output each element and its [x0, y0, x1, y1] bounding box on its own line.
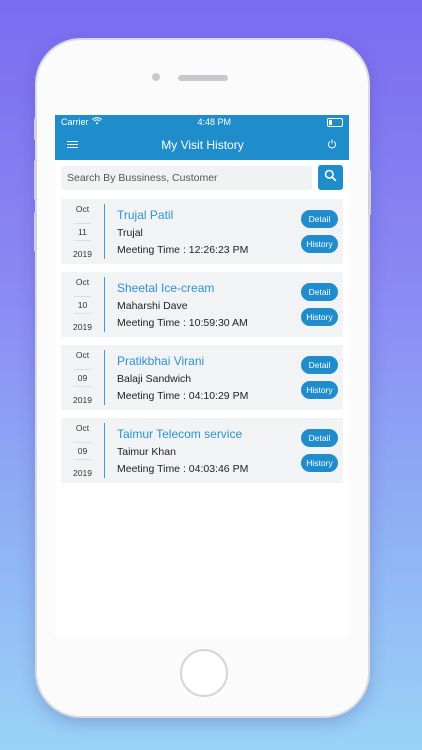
carrier-label: Carrier: [61, 117, 89, 127]
visit-card: Oct 09 2019 Pratikbhai Virani Balaji San…: [61, 345, 343, 410]
visit-info: Trujal Patil Trujal Meeting Time : 12:26…: [105, 208, 301, 256]
search-button[interactable]: [318, 165, 343, 190]
history-button[interactable]: History: [301, 235, 338, 253]
search-input[interactable]: Search By Bussiness, Customer: [61, 165, 312, 190]
customer-name: Maharshi Dave: [117, 299, 188, 312]
visit-day: 09: [73, 441, 92, 460]
customer-name: Balaji Sandwich: [117, 372, 192, 385]
customer-name: Taimur Khan: [117, 445, 176, 458]
visit-date: Oct 11 2019: [61, 204, 105, 259]
volume-up-button: [34, 160, 37, 200]
status-time: 4:48 PM: [197, 117, 232, 127]
visit-year: 2019: [73, 395, 92, 405]
front-camera: [152, 73, 160, 81]
visit-card: Oct 11 2019 Trujal Patil Trujal Meeting …: [61, 199, 343, 264]
battery-icon: [326, 117, 343, 127]
customer-name: Trujal: [117, 226, 143, 239]
visit-month: Oct: [75, 423, 90, 433]
detail-button[interactable]: Detail: [301, 429, 338, 447]
meeting-time: Meeting Time : 04:10:29 PM: [117, 389, 249, 402]
nav-bar: My Visit History: [55, 129, 349, 160]
visit-actions: Detail History: [301, 356, 343, 399]
visit-date: Oct 10 2019: [61, 277, 105, 332]
visit-year: 2019: [73, 322, 92, 332]
visit-year: 2019: [73, 468, 92, 478]
search-row: Search By Bussiness, Customer: [55, 160, 349, 195]
search-icon: [324, 169, 337, 187]
visit-actions: Detail History: [301, 429, 343, 472]
business-name[interactable]: Trujal Patil: [117, 208, 301, 222]
meeting-time: Meeting Time : 12:26:23 PM: [117, 243, 249, 256]
earpiece-speaker: [178, 75, 228, 81]
hamburger-icon[interactable]: [67, 141, 78, 148]
visit-date: Oct 09 2019: [61, 423, 105, 478]
history-button[interactable]: History: [301, 308, 338, 326]
visit-month: Oct: [75, 204, 90, 214]
meeting-time: Meeting Time : 10:59:30 AM: [117, 316, 248, 329]
visit-date: Oct 09 2019: [61, 350, 105, 405]
business-name[interactable]: Sheetal Ice-cream: [117, 281, 301, 295]
meeting-time: Meeting Time : 04:03:46 PM: [117, 462, 249, 475]
mute-switch: [34, 118, 37, 140]
app-screen: Carrier 4:48 PM My Visit History Search …: [55, 115, 349, 636]
history-button[interactable]: History: [301, 454, 338, 472]
history-button[interactable]: History: [301, 381, 338, 399]
detail-button[interactable]: Detail: [301, 283, 338, 301]
visit-day: 10: [73, 295, 92, 314]
visit-actions: Detail History: [301, 210, 343, 253]
business-name[interactable]: Taimur Telecom service: [117, 427, 301, 441]
visit-info: Pratikbhai Virani Balaji Sandwich Meetin…: [105, 354, 301, 402]
power-side-button: [368, 170, 371, 215]
volume-down-button: [34, 212, 37, 252]
visit-actions: Detail History: [301, 283, 343, 326]
visit-month: Oct: [75, 277, 90, 287]
visit-card: Oct 09 2019 Taimur Telecom service Taimu…: [61, 418, 343, 483]
visit-card: Oct 10 2019 Sheetal Ice-cream Maharshi D…: [61, 272, 343, 337]
visit-info: Taimur Telecom service Taimur Khan Meeti…: [105, 427, 301, 475]
visit-year: 2019: [73, 249, 92, 259]
visit-day: 09: [73, 368, 92, 387]
power-icon[interactable]: [327, 136, 337, 154]
wifi-icon: [91, 117, 102, 127]
visit-day: 11: [74, 222, 91, 241]
detail-button[interactable]: Detail: [301, 210, 338, 228]
home-button[interactable]: [180, 649, 228, 697]
detail-button[interactable]: Detail: [301, 356, 338, 374]
visit-info: Sheetal Ice-cream Maharshi Dave Meeting …: [105, 281, 301, 329]
status-bar: Carrier 4:48 PM: [55, 115, 349, 129]
page-title: My Visit History: [161, 137, 244, 152]
business-name[interactable]: Pratikbhai Virani: [117, 354, 301, 368]
visit-list: Oct 11 2019 Trujal Patil Trujal Meeting …: [55, 195, 349, 483]
visit-month: Oct: [75, 350, 90, 360]
